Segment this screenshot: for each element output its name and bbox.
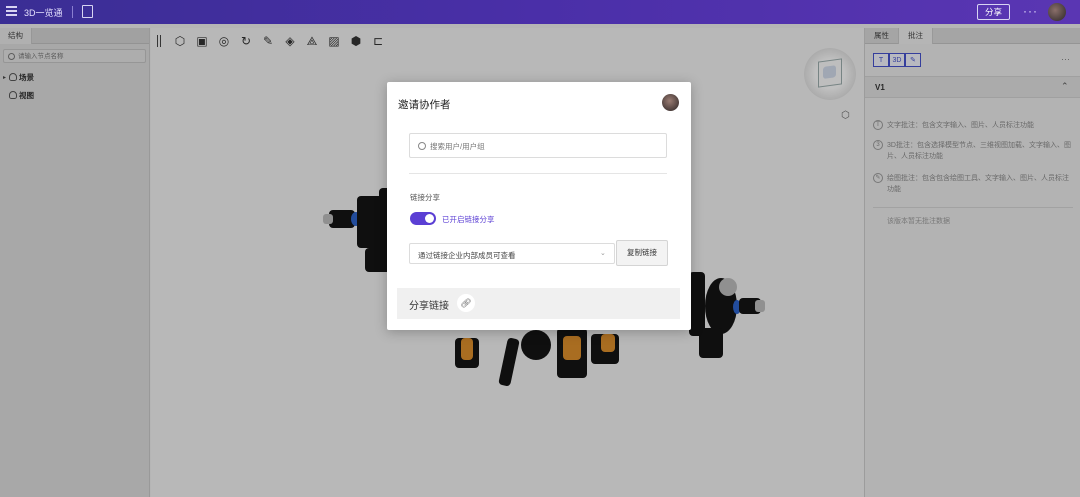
invite-collaborators-dialog: 邀请协作者 链接分享 已开启链接分享 通过链接企业内部成员可查看 ⌄ 复制链接 … bbox=[387, 82, 691, 330]
document-icon[interactable] bbox=[82, 5, 93, 18]
avatar[interactable] bbox=[1048, 3, 1066, 21]
user-search[interactable] bbox=[409, 133, 667, 158]
search-icon bbox=[418, 142, 426, 150]
link-icon[interactable]: 🔗︎ bbox=[457, 294, 475, 312]
link-share-label: 链接分享 bbox=[410, 193, 440, 202]
avatar bbox=[662, 94, 679, 111]
link-share-toggle[interactable] bbox=[410, 212, 436, 225]
share-link-label: 分享链接 bbox=[409, 301, 449, 312]
app-title: 3D一览通 bbox=[24, 8, 63, 18]
copy-link-button[interactable]: 复制链接 bbox=[616, 240, 668, 266]
share-link-row[interactable]: 分享链接 🔗︎ bbox=[397, 288, 680, 319]
chevron-down-icon[interactable]: ⌄ bbox=[600, 249, 606, 257]
more-icon[interactable]: ··· bbox=[1023, 4, 1038, 18]
divider bbox=[409, 173, 667, 174]
share-button[interactable]: 分享 bbox=[977, 4, 1010, 20]
top-bar: 3D一览通 分享 ··· bbox=[0, 0, 1080, 24]
dialog-title: 邀请协作者 bbox=[398, 99, 451, 111]
toggle-label: 已开启链接分享 bbox=[442, 215, 495, 224]
divider bbox=[72, 6, 73, 18]
user-search-input[interactable] bbox=[430, 140, 650, 152]
menu-icon[interactable] bbox=[6, 6, 17, 17]
permission-select[interactable]: 通过链接企业内部成员可查看 ⌄ bbox=[409, 243, 615, 264]
permission-value: 通过链接企业内部成员可查看 bbox=[418, 251, 516, 260]
